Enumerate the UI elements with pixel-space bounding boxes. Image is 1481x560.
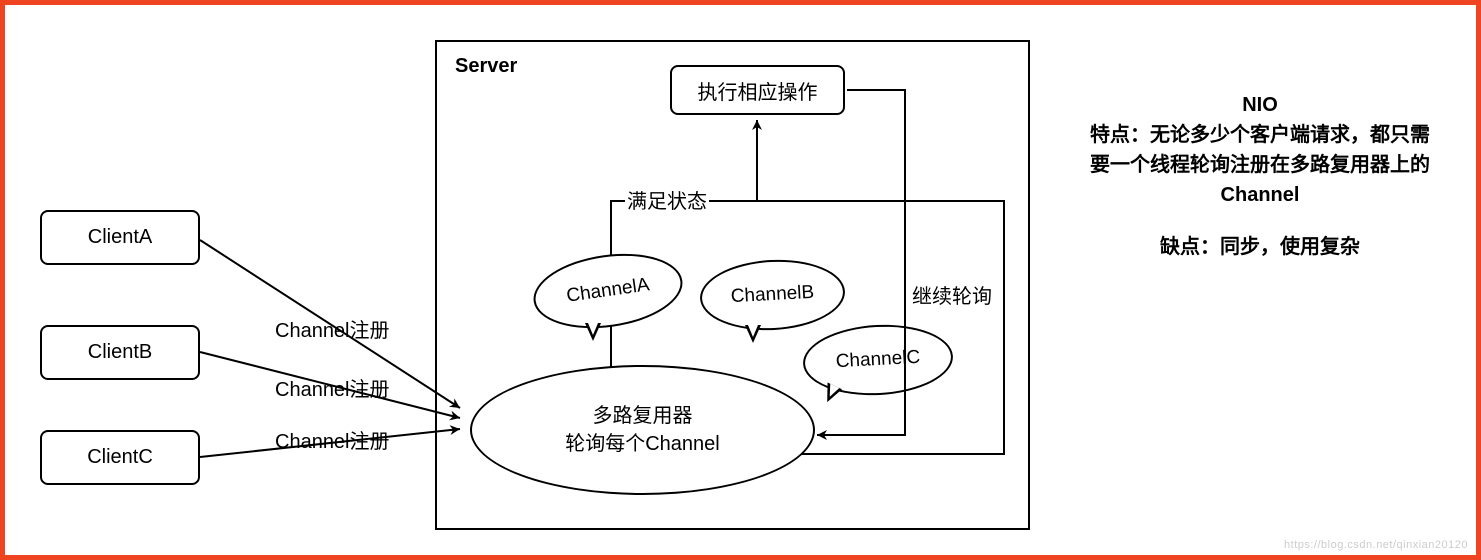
drawback-prefix: 缺点： (1160, 236, 1220, 258)
client-a-box: ClientA (40, 210, 200, 265)
channel-b-label: ChannelB (730, 282, 814, 308)
client-c-box: ClientC (40, 430, 200, 485)
diagram-frame: ClientA ClientB ClientC Server 执行相应操作 满足… (0, 0, 1481, 560)
side-notes: NIO 特点：无论多少个客户端请求，都只需要一个线程轮询注册在多路复用器上的Ch… (1085, 90, 1435, 262)
register-label-2: Channel注册 (273, 373, 392, 402)
drawback-text: 同步，使用复杂 (1220, 236, 1360, 258)
server-label: Server (455, 55, 517, 78)
action-box: 执行相应操作 (670, 65, 845, 115)
channel-b-tail (745, 325, 761, 343)
channel-a-label: ChannelA (565, 274, 651, 307)
client-a-label: ClientA (88, 226, 152, 249)
feature-prefix: 特点： (1090, 124, 1150, 146)
inner-state-label: 满足状态 (625, 185, 709, 214)
channel-a-tail (585, 323, 601, 341)
client-b-label: ClientB (88, 341, 152, 364)
client-c-label: ClientC (87, 446, 153, 469)
diagram-canvas: ClientA ClientB ClientC Server 执行相应操作 满足… (5, 5, 1476, 555)
nio-feature: 特点：无论多少个客户端请求，都只需要一个线程轮询注册在多路复用器上的Channe… (1085, 120, 1435, 210)
nio-title: NIO (1085, 90, 1435, 120)
register-label-3: Channel注册 (273, 425, 392, 454)
watermark: https://blog.csdn.net/qinxian20120 (1284, 539, 1468, 551)
action-label: 执行相应操作 (698, 76, 818, 105)
continue-poll-label: 继续轮询 (910, 280, 994, 309)
nio-drawback: 缺点：同步，使用复杂 (1085, 232, 1435, 262)
multiplexer-line2: 轮询每个Channel (565, 430, 720, 458)
multiplexer-line1: 多路复用器 (593, 402, 693, 430)
multiplexer-ellipse: 多路复用器 轮询每个Channel (470, 365, 815, 495)
register-label-1: Channel注册 (273, 314, 392, 343)
client-b-box: ClientB (40, 325, 200, 380)
channel-c-label: ChannelC (835, 347, 921, 373)
